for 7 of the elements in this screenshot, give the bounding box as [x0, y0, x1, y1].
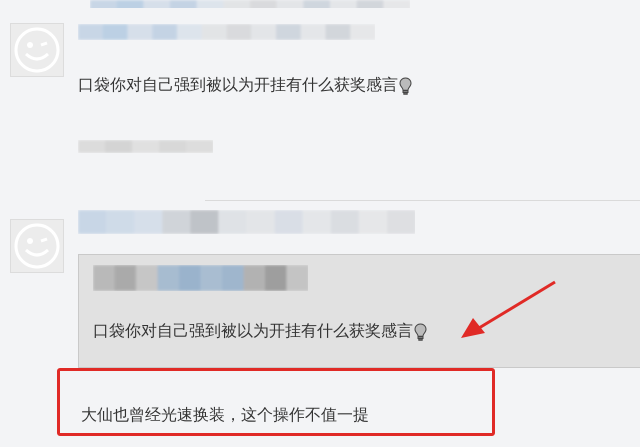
comment-text: 口袋你对自己强到被以为开挂有什么获奖感言 — [78, 75, 398, 96]
quoted-text: 口袋你对自己强到被以为开挂有什么获奖感言 — [93, 321, 413, 342]
avatar-icon — [10, 23, 64, 77]
avatar-icon — [10, 219, 64, 273]
bulb-icon — [414, 322, 427, 340]
bulb-icon — [399, 76, 412, 94]
comment-text: 大仙也曾经光速换装，这个操作不值一提 — [81, 405, 369, 426]
